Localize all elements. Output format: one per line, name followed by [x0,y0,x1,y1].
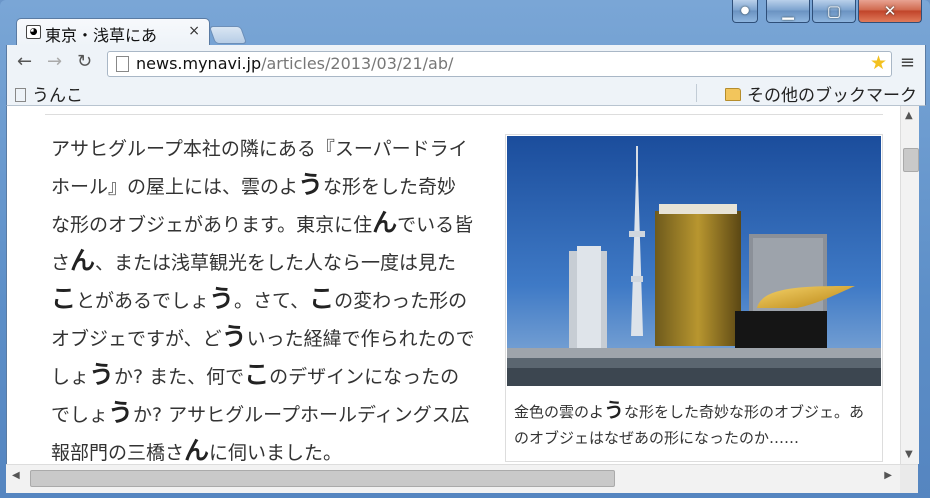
bookmark-item[interactable]: うんこ [15,81,83,106]
emphasized-char: こ [309,284,335,313]
emphasized-char: ん [184,436,210,464]
folder-icon [725,88,741,101]
emphasized-char: う [89,360,115,389]
emphasized-char: ん [372,208,398,237]
emphasized-char: う [221,322,247,351]
article-segment: に伺いました。 [209,442,343,464]
vertical-scrollbar[interactable]: ▲ ▼ [900,106,919,464]
horizontal-scrollbar[interactable]: ◀ ▶ [6,464,918,493]
article-segment: 。さて、 [234,290,310,312]
emphasized-char: う [209,284,235,313]
article-segment: 、または浅草観光をした人なら一度は見た [95,252,457,274]
toolbar: ← → ↻ news.mynavi.jp/articles/2013/03/21… [6,45,926,81]
page-icon [15,88,26,102]
back-button[interactable]: ← [17,51,32,72]
scroll-right-icon[interactable]: ▶ [884,470,892,481]
article-segment: とがあるでしょ [76,290,210,312]
figure-caption: 金色の雲のような形をした奇妙な形のオブジェ。あのオブジェはなぜあの形になったのか… [514,398,865,447]
emphasized-char: う [298,170,324,199]
scroll-left-icon[interactable]: ◀ [12,470,20,481]
tab-close-button[interactable]: × [188,23,200,39]
emphasized-char: こ [244,360,270,389]
bookmark-star-icon[interactable]: ★ [870,52,887,74]
scroll-down-icon[interactable]: ▼ [905,449,913,460]
forward-button[interactable]: → [47,51,62,72]
article-figure: 金色の雲のような形をした奇妙な形のオブジェ。あのオブジェはなぜあの形になったのか… [505,134,883,462]
minimize-button[interactable]: ▁ [766,0,810,23]
horizontal-scroll-thumb[interactable] [30,470,615,487]
bookmarks-bar: うんこ その他のブックマーク [6,81,926,106]
maximize-icon: ▢ [826,2,842,20]
menu-icon[interactable]: ≡ [900,52,915,73]
skyline-photo [507,136,881,386]
profile-button[interactable]: ● [732,0,758,23]
minimize-icon: ▁ [782,2,794,20]
tab-title: 東京・浅草にあ [45,26,158,45]
close-window-button[interactable]: ✕ [858,0,922,23]
article-text: アサヒグループ本社の隣にある『スーパードライホール』の屋上には、雲のような形をし… [51,132,475,464]
other-bookmarks[interactable]: その他のブックマーク [725,81,917,106]
divider [45,114,883,115]
article-segment: か? また、何で [114,366,245,388]
scroll-up-icon[interactable]: ▲ [905,110,913,121]
favicon-icon: ◕ [26,25,41,39]
browser-tab[interactable]: ◕ 東京・浅草にあ × [16,18,210,46]
bookmarks-separator [696,84,697,102]
emphasized-char: こ [51,284,77,313]
emphasized-char: う [108,398,134,427]
page-content: アサヒグループ本社の隣にある『スーパードライホール』の屋上には、雲のような形をし… [6,106,901,464]
new-tab-button[interactable] [208,26,248,44]
vertical-scroll-thumb[interactable] [903,148,919,172]
address-bar[interactable]: news.mynavi.jp/articles/2013/03/21/ab/ ★ [107,51,892,77]
maximize-button[interactable]: ▢ [812,0,856,23]
close-icon: ✕ [883,2,897,20]
window-controls: ● ▁ ▢ ✕ [732,0,922,30]
emphasized-char: ん [70,246,96,275]
page-icon [116,56,129,72]
user-icon: ● [740,5,750,16]
url-text: news.mynavi.jp/articles/2013/03/21/ab/ [136,54,454,73]
scrollbar-corner [900,465,918,493]
reload-button[interactable]: ↻ [77,51,92,72]
